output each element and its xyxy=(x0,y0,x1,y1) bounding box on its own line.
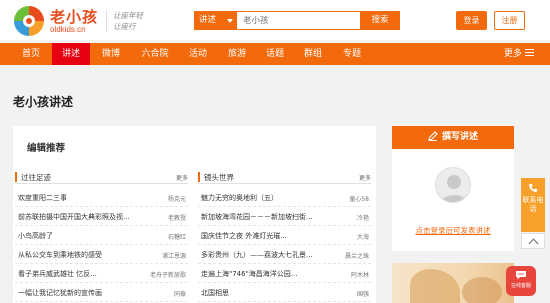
story-title[interactable]: 小鸟高龄了 xyxy=(18,231,53,241)
search-input[interactable] xyxy=(243,12,353,29)
nav-item-liuheyuan[interactable]: 六合院 xyxy=(133,43,177,65)
story-title[interactable]: 多彩贵州（九）——荔波大七孔景... xyxy=(201,250,313,260)
list-item[interactable]: 一幅让我记忆犹新的宣传画 同泰 xyxy=(15,283,188,302)
slogan: 让座年轻 让座行 xyxy=(106,10,143,32)
list-item[interactable]: 多彩贵州（九）——荔波大七孔景... 晨兰之珠 xyxy=(198,245,371,264)
user-placeholder-icon xyxy=(440,175,468,202)
logo-domain: oldkids.cn xyxy=(50,25,86,34)
slogan-line-1: 让座年轻 xyxy=(113,11,143,20)
story-author[interactable]: 石糖红 xyxy=(168,232,186,241)
more-link[interactable]: 更多 xyxy=(359,173,371,182)
column-header: 过往足迹 更多 xyxy=(15,170,188,184)
search-category-label: 讲述 xyxy=(199,15,217,25)
story-title[interactable]: 前苏联拍摄中国开国大典彩照及视... xyxy=(18,212,130,222)
story-title[interactable]: 魅力无穷的奥地利（五） xyxy=(201,193,278,203)
story-author[interactable]: 阿木林 xyxy=(351,270,369,279)
story-author[interactable]: 老教授 xyxy=(168,213,186,222)
story-title[interactable]: 从私公交车到乘地铁的感受 xyxy=(18,250,102,260)
write-story-button[interactable]: 撰写讲述 xyxy=(392,126,514,149)
column-lens-world: 镜头世界 更多 魅力无穷的奥地利（五） 童心58 新加坡海湾花园－－－新加坡扫街.… xyxy=(198,170,371,302)
story-title[interactable]: 北国相思 xyxy=(201,288,229,298)
panel-title: 编辑推荐 xyxy=(27,143,66,154)
chevron-up-icon xyxy=(528,238,539,249)
chat-bubble-icon xyxy=(516,271,526,280)
login-prompt-card: 点击登录后可发表讲述 xyxy=(392,149,514,251)
editor-picks-panel: 编辑推荐 过往足迹 更多 欢度重阳二三事 杨克元 前苏联拍摄中国开国大典彩照及视.… xyxy=(13,126,376,303)
list-item[interactable]: 从私公交车到乘地铁的感受 浦江恩源 xyxy=(15,245,188,264)
search-category-select[interactable]: 讲述 xyxy=(195,12,237,29)
main-nav: 首页 讲述 微博 六合院 活动 旅游 话题 群组 专题 更多 xyxy=(0,43,550,65)
nav-item-travel[interactable]: 旅游 xyxy=(218,43,256,65)
register-button[interactable]: 注册 xyxy=(494,11,525,30)
story-author[interactable]: 大海 xyxy=(357,232,369,241)
list-item[interactable]: 欢度重阳二三事 杨克元 xyxy=(15,188,188,207)
story-author[interactable]: 冷艳 xyxy=(357,213,369,222)
list-item[interactable]: 前苏联拍摄中国开国大典彩照及视... 老教授 xyxy=(15,207,188,226)
list-item[interactable]: 看子弟兵威武雄壮 忆反... 老舟子新放歌 xyxy=(15,264,188,283)
chevron-down-icon xyxy=(227,19,233,23)
story-author[interactable]: 国强 xyxy=(357,289,369,298)
contact-phone-button[interactable]: 联系电话 xyxy=(521,178,545,232)
nav-item-events[interactable]: 活动 xyxy=(179,43,217,65)
site-header: 老小孩 oldkids.cn 让座年轻 让座行 讲述 搜索 登录 注册 xyxy=(0,0,550,40)
story-title[interactable]: 欢度重阳二三事 xyxy=(18,193,67,203)
section-marker xyxy=(15,172,17,182)
list-item[interactable]: 国庆佳节之夜 外滩灯光璀... 大海 xyxy=(198,226,371,245)
story-list: 魅力无穷的奥地利（五） 童心58 新加坡海湾花园－－－新加坡扫街... 冷艳 国庆佳… xyxy=(198,188,371,302)
column-title: 过往足迹 xyxy=(21,173,51,182)
story-title[interactable]: 国庆佳节之夜 外滩灯光璀... xyxy=(201,231,287,241)
section-marker xyxy=(198,172,200,182)
nav-more-label: 更多 xyxy=(503,49,522,59)
phone-icon xyxy=(529,184,537,192)
story-title[interactable]: 一幅让我记忆犹新的宣传画 xyxy=(18,288,102,298)
list-item[interactable]: 魅力无穷的奥地利（五） 童心58 xyxy=(198,188,371,207)
column-past-footprints: 过往足迹 更多 欢度重阳二三事 杨克元 前苏联拍摄中国开国大典彩照及视... 老教授… xyxy=(15,170,188,302)
story-author[interactable]: 杨克元 xyxy=(168,194,186,203)
promo-banner[interactable] xyxy=(392,263,514,303)
nav-more-button[interactable]: 更多 xyxy=(504,43,534,65)
story-author[interactable]: 晨兰之珠 xyxy=(345,251,369,260)
search-button[interactable]: 搜索 xyxy=(360,11,400,30)
back-to-top-button[interactable] xyxy=(521,233,545,249)
online-service-label: 在线客服 xyxy=(510,283,531,289)
banner-artwork xyxy=(410,269,460,303)
story-title[interactable]: 新加坡海湾花园－－－新加坡扫街... xyxy=(201,212,313,222)
login-button[interactable]: 登录 xyxy=(456,11,487,30)
nav-item-stories[interactable]: 讲述 xyxy=(52,43,90,65)
nav-item-specials[interactable]: 专题 xyxy=(332,43,372,65)
online-service-button[interactable]: 在线客服 xyxy=(506,266,536,296)
contact-phone-label: 联系电话 xyxy=(522,196,544,213)
column-title: 镜头世界 xyxy=(204,173,234,182)
pen-icon xyxy=(428,130,438,141)
column-header: 镜头世界 更多 xyxy=(198,170,371,184)
logo-icon[interactable] xyxy=(12,4,46,38)
page-title: 老小孩讲述 xyxy=(13,95,74,109)
story-title[interactable]: 看子弟兵威武雄壮 忆反... xyxy=(18,269,97,279)
story-author[interactable]: 童心58 xyxy=(349,194,369,203)
banner-artwork xyxy=(462,277,502,303)
list-item[interactable]: 走遍上海"746"海昌海洋公园... 阿木林 xyxy=(198,264,371,283)
story-list: 欢度重阳二三事 杨克元 前苏联拍摄中国开国大典彩照及视... 老教授 小鸟高龄了 石糖… xyxy=(15,188,188,302)
search-box: 讲述 搜索 xyxy=(194,11,400,30)
nav-item-weibo[interactable]: 微博 xyxy=(92,43,130,65)
write-story-label: 撰写讲述 xyxy=(441,132,478,142)
avatar xyxy=(435,167,471,203)
nav-item-groups[interactable]: 群组 xyxy=(294,43,332,65)
list-item[interactable]: 小鸟高龄了 石糖红 xyxy=(15,226,188,245)
more-link[interactable]: 更多 xyxy=(176,173,188,182)
story-author[interactable]: 老舟子新放歌 xyxy=(150,270,186,279)
login-to-post-link[interactable]: 点击登录后可发表讲述 xyxy=(392,225,514,236)
menu-icon xyxy=(525,49,534,56)
story-author[interactable]: 浦江恩源 xyxy=(162,251,186,260)
list-item[interactable]: 北国相思 国强 xyxy=(198,283,371,302)
story-author[interactable]: 同泰 xyxy=(174,289,186,298)
slogan-line-2: 让座行 xyxy=(113,22,136,31)
logo-text[interactable]: 老小孩 xyxy=(50,6,98,27)
story-title[interactable]: 走遍上海"746"海昌海洋公园... xyxy=(201,269,297,279)
nav-item-topics[interactable]: 话题 xyxy=(256,43,294,65)
nav-item-home[interactable]: 首页 xyxy=(12,43,50,65)
list-item[interactable]: 新加坡海湾花园－－－新加坡扫街... 冷艳 xyxy=(198,207,371,226)
